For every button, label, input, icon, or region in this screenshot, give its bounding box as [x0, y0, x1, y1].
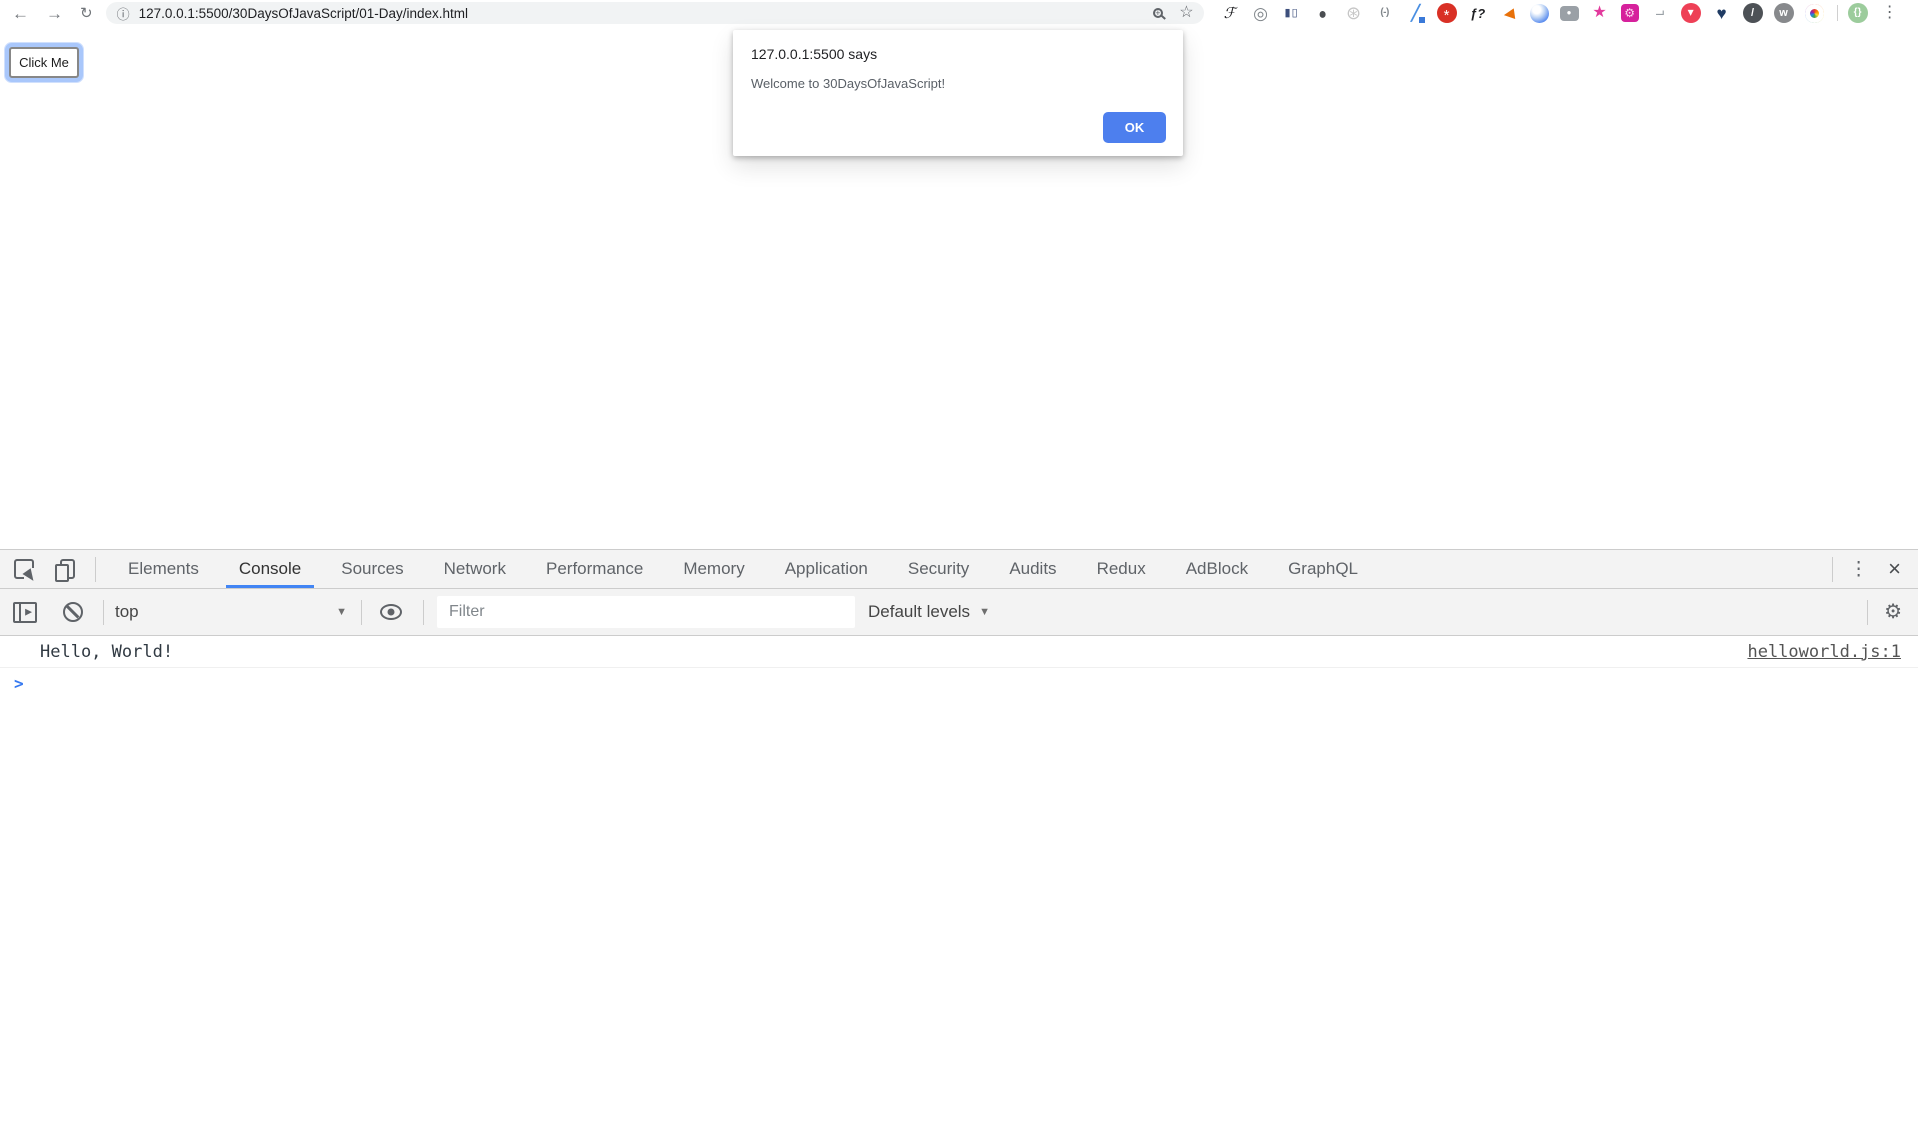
rainbow-ring-extension-icon[interactable] — [1805, 4, 1824, 23]
tab-memory[interactable]: Memory — [663, 550, 764, 588]
target-extension-icon[interactable]: ◎ — [1251, 3, 1271, 23]
slash-circle-extension-icon[interactable]: / — [1743, 3, 1763, 23]
alert-dialog-title: 127.0.0.1:5500 says — [751, 46, 1165, 62]
sphere-extension-icon[interactable] — [1530, 4, 1549, 23]
stop-hand-glyph: * — [1444, 8, 1450, 23]
browser-menu-icon[interactable]: ⋮ — [1882, 5, 1898, 21]
react-devtools-extension-icon[interactable]: ⊛ — [1344, 3, 1364, 23]
tab-audits[interactable]: Audits — [989, 550, 1076, 588]
redux-gear-extension-icon[interactable]: ⚙ — [1621, 4, 1639, 22]
console-toolbar-right: ⚙ — [1867, 600, 1906, 625]
inspect-element-icon[interactable] — [14, 559, 34, 579]
address-bar[interactable]: ⓘ 127.0.0.1:5500/30DaysOfJavaScript/01-D… — [106, 2, 1204, 24]
context-label: top — [115, 602, 139, 622]
console-prompt-chevron-icon: > — [14, 674, 24, 693]
pinned-extension-area: {} — [1848, 3, 1868, 23]
tab-application[interactable]: Application — [765, 550, 888, 588]
tab-network[interactable]: Network — [424, 550, 526, 588]
tabbar-right-controls: ⋮ × — [1832, 550, 1918, 588]
console-filter-input[interactable] — [437, 596, 855, 628]
log-levels-label: Default levels — [868, 602, 970, 622]
devtools-tabs: Elements Console Sources Network Perform… — [108, 550, 1378, 588]
browser-nav-group: ← → ↻ — [0, 5, 93, 22]
console-toolbar-separator-3 — [423, 600, 424, 625]
devtools-close-icon[interactable]: × — [1884, 558, 1918, 580]
tab-elements[interactable]: Elements — [108, 550, 219, 588]
tab-adblock[interactable]: AdBlock — [1166, 550, 1268, 588]
settings-gear-icon[interactable]: ⚙ — [1884, 602, 1906, 622]
tab-console[interactable]: Console — [219, 550, 321, 588]
alert-dialog: 127.0.0.1:5500 says Welcome to 30DaysOfJ… — [733, 30, 1183, 156]
console-output: Hello, World! helloworld.js:1 > — [0, 636, 1918, 698]
eyedropper-extension-icon[interactable]: ╱ — [1406, 3, 1426, 23]
extensions-strip: ℱ ◎ ▮▯ ● ⊛ (-) ╱ * ƒ? ◀ ● ★ ⚙ ⌐ ▾ ♥ / w — [1220, 3, 1824, 23]
back-icon[interactable]: ← — [12, 5, 29, 22]
tab-performance[interactable]: Performance — [526, 550, 663, 588]
console-toolbar: top ▼ Default levels ▼ ⚙ — [0, 589, 1918, 636]
pipe-extension-icon[interactable]: ⌐ — [1650, 3, 1670, 23]
console-source-link[interactable]: helloworld.js:1 — [1747, 642, 1901, 662]
tab-sources[interactable]: Sources — [321, 550, 423, 588]
console-message-row: Hello, World! helloworld.js:1 — [0, 636, 1918, 668]
alert-dialog-message: Welcome to 30DaysOfJavaScript! — [751, 76, 1165, 91]
panels-extension-icon[interactable]: ▮▯ — [1282, 3, 1302, 23]
javascript-context-dropdown[interactable]: top ▼ — [115, 602, 347, 622]
bookmark-star-icon[interactable]: ☆ — [1179, 5, 1193, 21]
alert-ok-button[interactable]: OK — [1103, 112, 1166, 143]
clear-console-icon[interactable] — [63, 602, 83, 622]
devtools-tabbar: Elements Console Sources Network Perform… — [0, 550, 1918, 589]
megaphone-extension-icon[interactable]: ◀ — [1497, 2, 1520, 25]
pocket-glyph: ▾ — [1688, 6, 1694, 18]
console-sidebar-toggle-icon[interactable] — [13, 602, 37, 623]
camera-extension-icon[interactable]: ● — [1560, 6, 1579, 21]
forward-icon[interactable]: → — [46, 5, 63, 22]
pocket-extension-icon[interactable]: ▾ — [1681, 3, 1701, 23]
reload-icon[interactable]: ↻ — [80, 6, 93, 21]
wayback-extension-icon[interactable]: w — [1774, 3, 1794, 23]
site-info-icon[interactable]: ⓘ — [117, 4, 130, 23]
tab-graphql[interactable]: GraphQL — [1268, 550, 1378, 588]
tab-security[interactable]: Security — [888, 550, 989, 588]
console-toolbar-separator-2 — [361, 600, 362, 625]
log-levels-dropdown[interactable]: Default levels ▼ — [868, 602, 990, 622]
zoom-icon[interactable] — [1153, 8, 1163, 18]
tab-redux[interactable]: Redux — [1077, 550, 1166, 588]
chevron-down-icon: ▼ — [336, 606, 347, 618]
console-prompt[interactable]: > — [0, 668, 1918, 698]
console-toolbar-separator-4 — [1867, 600, 1868, 625]
chevron-down-icon: ▼ — [979, 606, 990, 618]
console-message-text: Hello, World! — [40, 642, 173, 662]
bug-extension-icon[interactable]: ● — [1313, 2, 1333, 25]
live-expression-eye-icon[interactable] — [380, 604, 402, 620]
click-me-button[interactable]: Click Me — [9, 47, 79, 78]
toolbar-separator — [1837, 5, 1838, 21]
url-text[interactable]: 127.0.0.1:5500/30DaysOfJavaScript/01-Day… — [139, 6, 468, 21]
script-f-extension-icon[interactable]: ℱ — [1220, 3, 1240, 23]
json-braces-extension-icon[interactable]: {} — [1848, 3, 1868, 23]
function-help-extension-icon[interactable]: ƒ? — [1468, 3, 1488, 23]
parentheses-extension-icon[interactable]: (-) — [1375, 3, 1395, 23]
console-toolbar-separator-1 — [103, 600, 104, 625]
devtools-menu-icon[interactable]: ⋮ — [1833, 558, 1884, 581]
tabbar-separator — [95, 557, 96, 582]
device-toolbar-icon[interactable] — [60, 559, 75, 579]
browser-toolbar: ← → ↻ ⓘ 127.0.0.1:5500/30DaysOfJavaScrip… — [0, 0, 1918, 26]
heart-extension-icon[interactable]: ♥ — [1712, 3, 1732, 23]
pink-star-extension-icon[interactable]: ★ — [1590, 3, 1610, 23]
devtools-panel: Elements Console Sources Network Perform… — [0, 549, 1918, 1146]
stop-hand-extension-icon[interactable]: * — [1437, 3, 1457, 23]
